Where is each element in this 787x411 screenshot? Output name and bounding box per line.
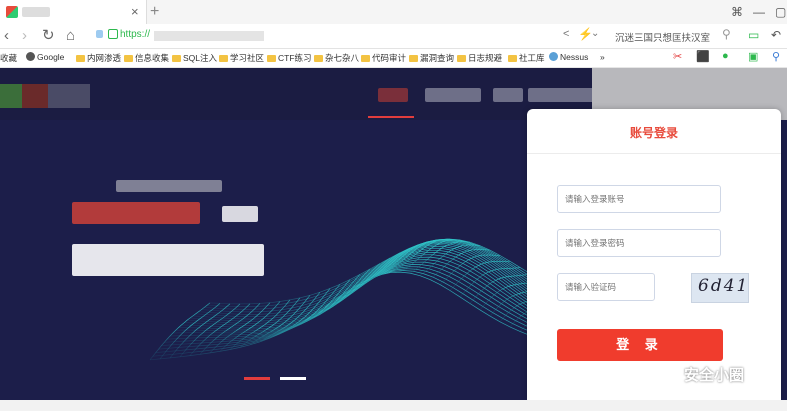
bookmark-label: SQL注入 (183, 53, 218, 63)
folder-icon (76, 55, 85, 62)
navigation-bar: ‹ › ↻ ⌂ https:// < ⚡ ⌄ 沉迷三国只想匡扶汉室 ⚲ ▭ ↶ (0, 24, 787, 49)
folder-icon (219, 55, 228, 62)
address-bar[interactable]: https:// < ⚡ ⌄ 沉迷三国只想匡扶汉室 ⚲ (96, 27, 740, 45)
web-page: 账号登录 6d41 登 录 (0, 68, 787, 400)
nav-item-blurred[interactable] (493, 88, 523, 102)
shirt-skin-icon[interactable]: ⌘ (731, 4, 743, 20)
bookmarks-overflow[interactable]: » (600, 52, 605, 62)
bookmark-label: Nessus (560, 52, 589, 62)
favicon-icon (6, 6, 18, 18)
scissors-icon[interactable]: ✂ (673, 50, 682, 63)
home-icon[interactable]: ⌂ (66, 27, 75, 45)
battery-icon[interactable]: ▭ (748, 27, 759, 43)
folder-icon (409, 55, 418, 62)
status-strip (0, 400, 787, 411)
chevron-down-icon[interactable]: ⌄ (591, 28, 599, 39)
bookmarks-bar: 收藏 Google 内网渗透 信息收集 SQL注入 学习社区 CTF练习 杂七杂… (0, 49, 787, 68)
hero-subtitle-blurred (72, 244, 264, 276)
nav-active-indicator (368, 116, 414, 118)
share-icon[interactable]: < (563, 28, 569, 40)
magnifier-icon[interactable]: ⚲ (772, 50, 780, 63)
hero-title-blurred (222, 206, 258, 222)
bookmark-folder[interactable]: 学习社区 (219, 52, 264, 64)
bookmark-folder[interactable]: 代码审计 (361, 52, 406, 64)
bookmark-label: Google (37, 52, 65, 62)
folder-icon (314, 55, 323, 62)
search-suggestion[interactable]: 沉迷三国只想匡扶汉室 (615, 30, 710, 44)
login-panel: 账号登录 6d41 登 录 (527, 109, 781, 400)
divider (527, 153, 781, 154)
back-icon[interactable]: ‹ (4, 27, 9, 45)
bookmark-label: 信息收集 (135, 53, 170, 63)
lock-icon (108, 29, 118, 39)
bookmark-favorites[interactable]: 收藏 (0, 52, 17, 64)
bookmark-nessus[interactable]: Nessus (549, 52, 588, 62)
bookmark-folder[interactable]: 日志规避 (457, 52, 502, 64)
bookmark-label: 学习社区 (230, 53, 265, 63)
watermark-text: 安全小圈 (684, 367, 745, 384)
nav-item-active-blurred[interactable] (378, 88, 408, 102)
url-text: https:// (120, 29, 151, 40)
undo-icon[interactable]: ↶ (771, 27, 781, 43)
folder-icon (361, 55, 370, 62)
hero-title-blurred (72, 202, 200, 224)
account-input[interactable] (557, 185, 721, 213)
bookmark-label: 内网渗透 (87, 53, 122, 63)
reload-icon[interactable]: ↻ (42, 27, 55, 45)
active-tab[interactable]: × (0, 0, 147, 24)
google-icon (26, 52, 35, 61)
folder-icon (508, 55, 517, 62)
shield-check-icon[interactable]: ● (722, 50, 729, 62)
bookmark-folder[interactable]: 社工库 (508, 52, 545, 64)
minimize-button[interactable]: — (753, 4, 765, 20)
captcha-image[interactable]: 6d41 (691, 273, 749, 303)
folder-icon (124, 55, 133, 62)
bookmark-label: CTF练习 (278, 53, 312, 63)
logo-blurred (48, 84, 90, 108)
login-title: 账号登录 (629, 126, 678, 140)
bookmark-folder[interactable]: CTF练习 (267, 52, 312, 64)
new-tab-button[interactable]: + (150, 2, 159, 22)
bookmark-folder[interactable]: 杂七杂八 (314, 52, 359, 64)
folder-icon (457, 55, 466, 62)
bookmark-label: 漏洞查询 (420, 53, 455, 63)
maximize-button[interactable]: ▢ (775, 4, 786, 20)
shield-icon (96, 30, 103, 38)
bookmark-label: 杂七杂八 (325, 53, 360, 63)
close-tab-icon[interactable]: × (131, 4, 139, 20)
logo-blurred (0, 84, 22, 108)
carousel-dot[interactable] (280, 377, 306, 380)
hero-heading-blurred (116, 180, 222, 192)
login-button[interactable]: 登 录 (557, 329, 723, 361)
carousel-dot-active[interactable] (244, 377, 270, 380)
bookmark-folder[interactable]: 信息收集 (124, 52, 169, 64)
nav-item-blurred[interactable] (425, 88, 481, 102)
nessus-icon (549, 52, 558, 61)
bookmark-folder[interactable]: SQL注入 (172, 52, 217, 64)
tab-bar: × + ⌘ — ▢ (0, 0, 787, 24)
gamepad-icon[interactable]: ▣ (748, 50, 758, 63)
password-input[interactable] (557, 229, 721, 257)
captcha-code: 6d41 (698, 276, 750, 296)
bookmark-google[interactable]: Google (26, 52, 64, 62)
captcha-input[interactable] (557, 273, 655, 301)
wechat-icon (655, 366, 677, 382)
bookmark-label: 社工库 (519, 53, 545, 63)
tab-title-blurred (22, 7, 50, 17)
bookmark-label: 日志规避 (468, 53, 503, 63)
bookmark-folder[interactable]: 内网渗透 (76, 52, 121, 64)
extension-icon[interactable]: ⬛ (696, 50, 710, 63)
search-icon[interactable]: ⚲ (722, 27, 731, 41)
bookmark-label: 代码审计 (372, 53, 407, 63)
forward-icon[interactable]: › (22, 27, 27, 45)
url-blurred (154, 31, 264, 41)
logo-blurred (22, 84, 48, 108)
bookmark-folder[interactable]: 漏洞查询 (409, 52, 454, 64)
folder-icon (267, 55, 276, 62)
folder-icon (172, 55, 181, 62)
